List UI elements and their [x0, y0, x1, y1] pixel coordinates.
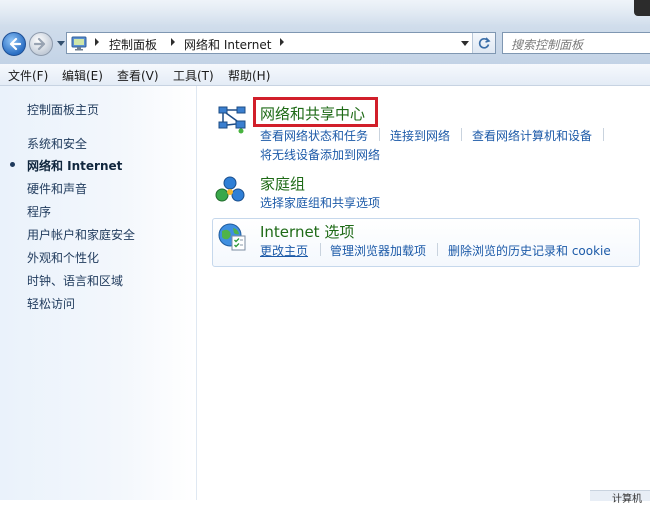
link-view-network-computers[interactable]: 查看网络计算机和设备	[472, 127, 592, 144]
sidebar-item-programs[interactable]: 程序	[27, 203, 51, 220]
link-manage-browser-addons[interactable]: 管理浏览器加载项	[330, 242, 426, 259]
menu-file[interactable]: 文件(F)	[8, 67, 48, 84]
sidebar-item-user-accounts[interactable]: 用户帐户和家庭安全	[27, 226, 135, 243]
breadcrumb-separator-icon[interactable]	[171, 38, 175, 46]
title-address-bar: 控制面板 网络和 Internet 搜索控制面板	[0, 0, 650, 65]
category-title-network-sharing-center[interactable]: 网络和共享中心	[260, 103, 365, 124]
breadcrumb-separator-icon[interactable]	[95, 38, 99, 46]
menu-view[interactable]: 查看(V)	[117, 67, 159, 84]
link-connect-to-network[interactable]: 连接到网络	[390, 127, 450, 144]
menu-edit[interactable]: 编辑(E)	[62, 67, 103, 84]
address-history-dropdown[interactable]	[457, 35, 473, 51]
network-icon[interactable]	[217, 104, 247, 134]
recent-pages-dropdown[interactable]	[57, 41, 65, 46]
category-title-homegroup[interactable]: 家庭组	[260, 173, 305, 194]
breadcrumb-network-internet[interactable]: 网络和 Internet	[184, 36, 271, 53]
link-separator	[379, 128, 380, 141]
menu-bar: 文件(F) 编辑(E) 查看(V) 工具(T) 帮助(H)	[0, 64, 650, 86]
back-button[interactable]	[2, 32, 26, 56]
forward-button[interactable]	[29, 32, 53, 56]
control-panel-icon	[71, 36, 87, 51]
menu-help[interactable]: 帮助(H)	[228, 67, 270, 84]
sidebar-item-network-internet: 网络和 Internet	[27, 159, 123, 173]
menu-tools[interactable]: 工具(T)	[173, 67, 214, 84]
left-navigation-pane: 控制面板主页 系统和安全 网络和 Internet 硬件和声音 程序 用户帐户和…	[0, 86, 197, 500]
search-box[interactable]: 搜索控制面板	[502, 32, 650, 54]
link-view-network-status[interactable]: 查看网络状态和任务	[260, 127, 368, 144]
homegroup-icon[interactable]	[215, 175, 245, 205]
current-item-bullet-icon	[10, 162, 15, 167]
sidebar-item-control-panel-home[interactable]: 控制面板主页	[27, 101, 99, 118]
link-separator	[461, 128, 462, 141]
status-bar-text: 计算机	[612, 494, 642, 505]
refresh-icon	[478, 37, 491, 49]
breadcrumb-control-panel[interactable]: 控制面板	[109, 36, 157, 53]
sidebar-item-ease-of-access[interactable]: 轻松访问	[27, 295, 75, 312]
window-close-button[interactable]	[634, 0, 650, 16]
address-bar[interactable]: 控制面板 网络和 Internet	[66, 32, 496, 54]
sidebar-item-appearance[interactable]: 外观和个性化	[27, 249, 99, 266]
glass-gloss	[0, 0, 650, 26]
refresh-button[interactable]	[472, 33, 495, 53]
link-separator	[437, 243, 438, 256]
breadcrumb-separator-icon[interactable]	[280, 38, 284, 46]
link-add-wireless-device[interactable]: 将无线设备添加到网络	[260, 146, 380, 163]
sidebar-item-hardware-sound[interactable]: 硬件和声音	[27, 180, 87, 197]
category-title-internet-options[interactable]: Internet 选项	[260, 221, 354, 242]
sidebar-item-clock-language[interactable]: 时钟、语言和区域	[27, 272, 123, 289]
sidebar-item-system-security[interactable]: 系统和安全	[27, 135, 87, 152]
link-change-home-page[interactable]: 更改主页	[260, 242, 308, 259]
link-delete-browsing-history[interactable]: 删除浏览的历史记录和 cookie	[448, 242, 611, 259]
link-separator	[320, 243, 321, 256]
link-separator	[603, 128, 604, 141]
search-input[interactable]: 搜索控制面板	[511, 36, 583, 53]
internet-options-icon[interactable]	[217, 222, 247, 252]
forward-arrow-icon	[34, 37, 46, 51]
link-homegroup-sharing-options[interactable]: 选择家庭组和共享选项	[260, 194, 380, 211]
back-arrow-icon	[9, 37, 21, 51]
